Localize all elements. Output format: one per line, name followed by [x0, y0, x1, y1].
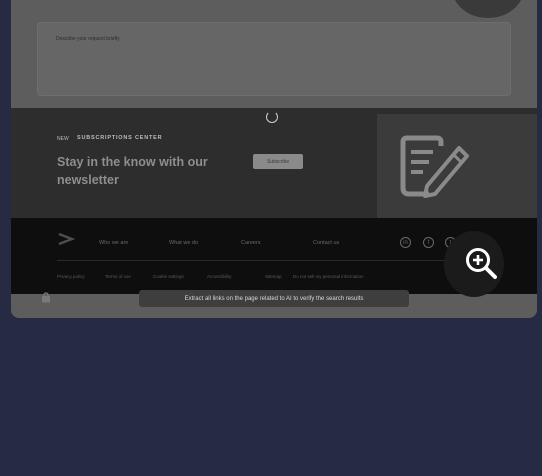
linkedin-icon[interactable]: in — [400, 237, 411, 248]
newsletter-headline: Stay in the know with our newsletter — [57, 155, 208, 187]
task-caption-tooltip: Extract all links on the page related to… — [139, 290, 409, 307]
footer-nav-item[interactable]: What we do — [169, 240, 198, 246]
footer-nav-item[interactable]: Who we are — [99, 240, 128, 246]
floating-action-circle[interactable] — [452, 0, 524, 18]
footer-legal-link[interactable]: Privacy policy — [57, 274, 85, 279]
footer-legal-link[interactable]: Terms of use — [105, 274, 131, 279]
newsletter-section: NEW SUBSCRIPTIONS CENTER Stay in the kno… — [11, 108, 537, 224]
subscribe-button[interactable]: Subscribe — [253, 154, 303, 169]
chevron-logo-icon[interactable] — [57, 232, 75, 246]
edit-document-icon — [400, 135, 469, 198]
request-textarea[interactable]: Describe your request briefly — [37, 22, 511, 96]
newsletter-tag: NEW — [57, 136, 69, 142]
facebook-icon[interactable]: f — [423, 237, 434, 248]
loading-spinner-icon — [266, 111, 278, 123]
newsletter-eyebrow: SUBSCRIPTIONS CENTER — [77, 135, 163, 141]
footer-legal-link[interactable]: Sitemap — [265, 274, 282, 279]
footer-nav-item[interactable]: Contact us — [313, 240, 339, 246]
footer-legal-link[interactable]: Accessibility — [207, 274, 232, 279]
footer-legal-link[interactable]: Do not sell my personal information — [293, 274, 364, 279]
footer-divider — [57, 260, 477, 261]
footer-legal-link[interactable]: Cookie settings — [153, 274, 184, 279]
request-textarea-label: Describe your request briefly — [56, 36, 120, 42]
footer-nav-item[interactable]: Careers — [241, 240, 261, 246]
lock-icon — [42, 292, 50, 303]
zoom-in-icon[interactable] — [463, 245, 499, 281]
